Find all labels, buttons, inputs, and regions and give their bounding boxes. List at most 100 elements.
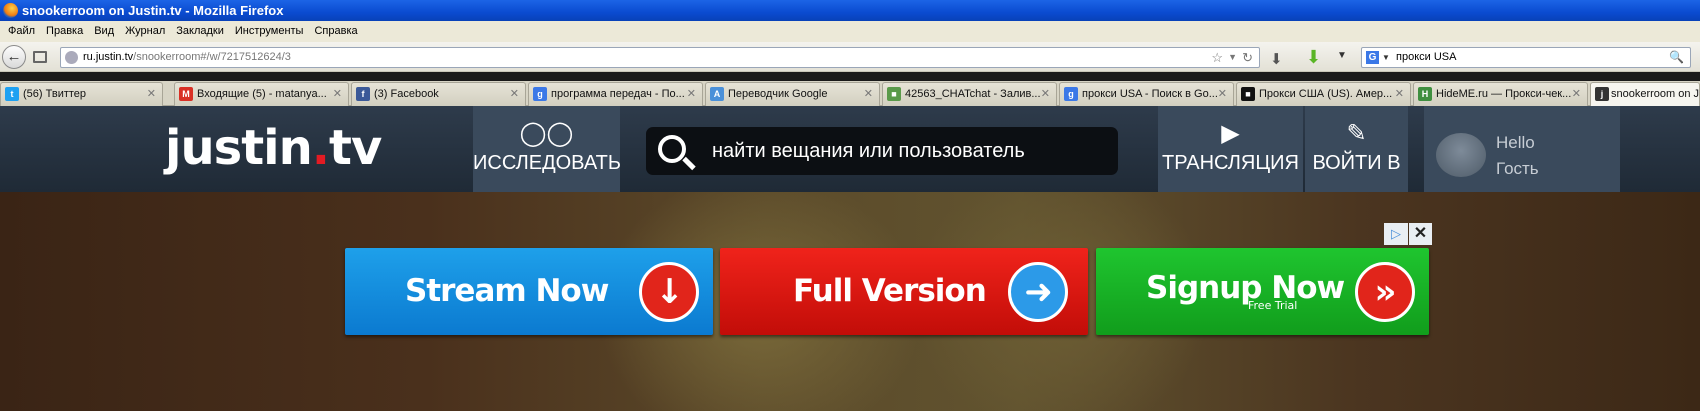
jtv-header: justin.tv ◯◯ ИССЛЕДОВАТЬ найти вещания и… bbox=[0, 106, 1700, 192]
menu-bar: Файл Правка Вид Журнал Закладки Инструме… bbox=[0, 21, 1700, 42]
tab-label: HideME.ru — Прокси-чек... bbox=[1436, 88, 1572, 100]
free-trial-label: Free Trial bbox=[1248, 299, 1298, 312]
tab-label: Входящие (5) - matanya... bbox=[197, 88, 327, 100]
google-engine-icon[interactable]: G bbox=[1366, 51, 1379, 64]
down-arrow-icon: ↓ bbox=[639, 262, 699, 322]
camera-icon: ▶ bbox=[1221, 120, 1240, 147]
search-bar[interactable]: G ▼ прокси USA 🔍 bbox=[1361, 47, 1691, 68]
window-titlebar: snookerroom on Justin.tv - Mozilla Firef… bbox=[0, 0, 1700, 21]
tab-proxy-usa[interactable]: ■ Прокси США (US). Амер... ✕ bbox=[1236, 82, 1411, 106]
login-label: ВОЙТИ В bbox=[1312, 152, 1401, 174]
tab-label: Прокси США (US). Амер... bbox=[1259, 88, 1393, 100]
back-arrow-icon: ← bbox=[6, 48, 22, 65]
full-version-label: Full Version bbox=[793, 273, 987, 309]
search-input-value: прокси USA bbox=[1396, 51, 1457, 63]
avatar[interactable] bbox=[1436, 133, 1486, 177]
url-domain: ru.justin.tv bbox=[83, 51, 134, 63]
search-go-icon[interactable]: 🔍 bbox=[1669, 48, 1684, 67]
url-path: /snookerroom#/w/7217512624/3 bbox=[133, 51, 291, 63]
twitter-icon: t bbox=[5, 87, 19, 101]
engine-dropdown-icon[interactable]: ▼ bbox=[1382, 48, 1390, 67]
full-version-button[interactable]: Full Version ➜ bbox=[720, 248, 1088, 335]
menu-tools[interactable]: Инструменты bbox=[231, 21, 311, 42]
jtv-logo[interactable]: justin.tv bbox=[165, 122, 382, 174]
translate-icon: A bbox=[710, 87, 724, 101]
tab-facebook[interactable]: f (3) Facebook ✕ bbox=[351, 82, 526, 106]
back-button[interactable]: ← bbox=[2, 45, 26, 69]
url-history-dropdown-icon[interactable]: ▼ bbox=[1228, 48, 1237, 67]
download-helper-dropdown-icon[interactable]: ▼ bbox=[1337, 50, 1347, 61]
hello-text: Hello bbox=[1496, 133, 1535, 152]
close-icon[interactable]: ✕ bbox=[1041, 83, 1050, 105]
google-icon: g bbox=[533, 87, 547, 101]
user-greeting[interactable]: Hello Гость bbox=[1496, 130, 1539, 182]
tab-hideme[interactable]: H HideME.ru — Прокси-чек... ✕ bbox=[1413, 82, 1588, 106]
tab-snookerroom[interactable]: j snookerroom on Ju bbox=[1590, 82, 1700, 106]
tab-label: (3) Facebook bbox=[374, 88, 439, 100]
reload-icon[interactable]: ↻ bbox=[1242, 48, 1253, 67]
gmail-icon: M bbox=[179, 87, 193, 101]
user-edit-icon: ✎ bbox=[1346, 120, 1367, 147]
close-icon[interactable]: ✕ bbox=[1572, 83, 1581, 105]
close-icon[interactable]: ✕ bbox=[147, 83, 156, 105]
tab-label: 42563_CHATchat - Залив... bbox=[905, 88, 1041, 100]
menu-file[interactable]: Файл bbox=[4, 21, 42, 42]
jtv-search-placeholder: найти вещания или пользователь bbox=[712, 140, 1025, 162]
close-icon[interactable]: ✕ bbox=[864, 83, 873, 105]
search-icon bbox=[658, 135, 686, 163]
stream-now-button[interactable]: Stream Now ↓ bbox=[345, 248, 713, 335]
ad-controls: ▷ ✕ bbox=[1384, 223, 1432, 245]
tab-label: snookerroom on Ju bbox=[1611, 88, 1700, 100]
stream-now-label: Stream Now bbox=[405, 273, 609, 309]
signup-now-button[interactable]: Signup Now Free Trial » bbox=[1096, 248, 1429, 335]
tab-tv-program[interactable]: g программа передач - По... ✕ bbox=[528, 82, 703, 106]
tab-label: программа передач - По... bbox=[551, 88, 685, 100]
window-title: snookerroom on Justin.tv - Mozilla Firef… bbox=[22, 3, 284, 18]
jtv-icon: j bbox=[1595, 87, 1609, 101]
firefox-icon bbox=[3, 3, 18, 18]
right-arrow-icon: ➜ bbox=[1008, 262, 1068, 322]
globe-icon bbox=[65, 51, 78, 64]
tab-google-translate[interactable]: A Переводчик Google ✕ bbox=[705, 82, 880, 106]
menu-edit[interactable]: Правка bbox=[42, 21, 90, 42]
close-icon[interactable]: ✕ bbox=[1409, 223, 1432, 245]
guest-text: Гость bbox=[1496, 159, 1539, 178]
tab-gmail[interactable]: M Входящие (5) - matanya... ✕ bbox=[174, 82, 349, 106]
broadcast-button[interactable]: ▶ ТРАНСЛЯЦИЯ bbox=[1158, 106, 1303, 192]
menu-help[interactable]: Справка bbox=[310, 21, 364, 42]
tab-groups-icon[interactable] bbox=[33, 51, 47, 63]
adchoices-icon[interactable]: ▷ bbox=[1384, 223, 1408, 245]
facebook-icon: f bbox=[356, 87, 370, 101]
explore-label: ИССЛЕДОВАТЬ bbox=[473, 152, 620, 174]
download-helper-icon[interactable]: ⬇ bbox=[1306, 47, 1321, 68]
login-button[interactable]: ✎ ВОЙТИ В bbox=[1305, 106, 1408, 192]
site-icon: ■ bbox=[887, 87, 901, 101]
jtv-search-input[interactable]: найти вещания или пользователь bbox=[646, 127, 1118, 175]
close-icon[interactable]: ✕ bbox=[510, 83, 519, 105]
tab-strip: t (56) Твиттер ✕ M Входящие (5) - matany… bbox=[0, 81, 1700, 106]
binoculars-icon: ◯◯ bbox=[519, 120, 574, 147]
menu-bookmarks[interactable]: Закладки bbox=[172, 21, 231, 42]
tab-label: прокси USA - Поиск в Go... bbox=[1082, 88, 1218, 100]
nav-toolbar: ← ru.justin.tv/snookerroom#/w/7217512624… bbox=[0, 42, 1700, 72]
close-icon[interactable]: ✕ bbox=[687, 83, 696, 105]
tab-proxy-search[interactable]: g прокси USA - Поиск в Go... ✕ bbox=[1059, 82, 1234, 106]
close-icon[interactable]: ✕ bbox=[1395, 83, 1404, 105]
double-chevron-icon: » bbox=[1355, 262, 1415, 322]
tab-twitter[interactable]: t (56) Твиттер ✕ bbox=[0, 82, 163, 106]
bookmark-star-icon[interactable]: ☆ bbox=[1211, 48, 1223, 67]
downloads-icon[interactable]: ⬇ bbox=[1270, 50, 1283, 68]
tab-label: (56) Твиттер bbox=[23, 88, 87, 100]
google-icon: g bbox=[1064, 87, 1078, 101]
explore-button[interactable]: ◯◯ ИССЛЕДОВАТЬ bbox=[473, 106, 620, 192]
tab-chatchat[interactable]: ■ 42563_CHATchat - Залив... ✕ bbox=[882, 82, 1057, 106]
menu-history[interactable]: Журнал bbox=[121, 21, 172, 42]
signup-now-label: Signup Now bbox=[1146, 270, 1345, 306]
close-icon[interactable]: ✕ bbox=[1218, 83, 1227, 105]
url-bar[interactable]: ru.justin.tv/snookerroom#/w/7217512624/3… bbox=[60, 47, 1260, 68]
menu-view[interactable]: Вид bbox=[90, 21, 121, 42]
close-icon[interactable]: ✕ bbox=[333, 83, 342, 105]
broadcast-label: ТРАНСЛЯЦИЯ bbox=[1162, 152, 1299, 174]
proxy-icon: ■ bbox=[1241, 87, 1255, 101]
hideme-icon: H bbox=[1418, 87, 1432, 101]
